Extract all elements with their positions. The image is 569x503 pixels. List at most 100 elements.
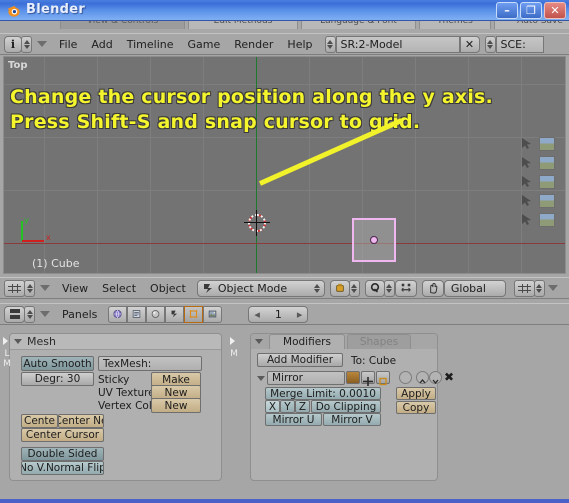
widget-translate-icon[interactable] — [394, 279, 417, 297]
mesh-panel: Mesh Auto Smooth Degr: 30 TexMesh: Stick… — [9, 333, 222, 481]
menu-help[interactable]: Help — [280, 35, 319, 54]
menu-view[interactable]: View — [55, 279, 95, 298]
view3d-window-type-spinner-right[interactable] — [533, 279, 545, 297]
scene-selector-spinner[interactable] — [484, 35, 496, 53]
image-icon[interactable] — [539, 194, 555, 208]
merge-limit-field[interactable]: Merge Limit: 0.0010 — [265, 387, 381, 400]
screen-selector-field[interactable]: SR:2-Model — [335, 35, 460, 53]
image-icon[interactable] — [539, 213, 555, 227]
no-v-normal-flip-button[interactable]: No V.Normal Flip — [21, 461, 104, 475]
view3d-window-type-icon[interactable] — [4, 279, 25, 297]
shading-spinner[interactable] — [348, 279, 360, 297]
object-mode-selector[interactable]: Object Mode — [196, 279, 325, 297]
menu-file[interactable]: File — [52, 35, 84, 54]
texture-buttons-icon[interactable] — [203, 305, 223, 323]
mirror-axis-z-button[interactable]: Z — [295, 400, 310, 413]
solid-shading-icon[interactable] — [329, 279, 350, 297]
pivot-median-icon[interactable] — [364, 279, 385, 297]
mirror-axis-y-button[interactable]: Y — [280, 400, 295, 413]
mirror-u-button[interactable]: Mirror U — [265, 413, 322, 426]
texmesh-field[interactable]: TexMesh: — [98, 356, 202, 371]
menu-timeline[interactable]: Timeline — [120, 35, 181, 54]
pointer-icon[interactable] — [519, 194, 535, 208]
chevron-down-icon[interactable] — [40, 285, 50, 291]
transform-orientation-selector[interactable]: Global — [443, 279, 506, 297]
view3d-window-type-icon-right[interactable] — [513, 279, 535, 297]
chevron-down-icon[interactable] — [40, 311, 50, 317]
prefs-tab-auto-save[interactable]: Auto Save — [494, 21, 569, 29]
chevron-up-icon[interactable] — [416, 371, 429, 384]
center-new-button[interactable]: Center Ne — [58, 414, 104, 428]
mesh-panel-header[interactable]: Mesh — [10, 334, 221, 350]
object-buttons-icon[interactable] — [165, 305, 185, 323]
close-icon[interactable]: ✖ — [444, 371, 454, 383]
modifier-name-field[interactable]: Mirror — [267, 371, 345, 385]
chevron-down-icon[interactable] — [429, 371, 442, 385]
pointer-icon[interactable] — [519, 213, 535, 227]
screen-selector-spinner[interactable] — [324, 35, 336, 53]
prefs-tab-edit-methods[interactable]: Edit Methods — [188, 21, 298, 29]
image-icon[interactable] — [539, 137, 555, 151]
image-icon[interactable] — [539, 156, 555, 170]
buttons-window-type-spinner[interactable] — [24, 305, 35, 323]
render-toggle-icon[interactable] — [346, 371, 360, 384]
do-clipping-button[interactable]: Do Clipping — [311, 400, 381, 413]
menu-object[interactable]: Object — [143, 279, 193, 298]
panel-expand-arrow-left[interactable] — [3, 337, 8, 345]
tab-shapes[interactable]: Shapes — [347, 334, 411, 349]
view3d-window-type-spinner[interactable] — [24, 279, 35, 297]
apply-modifier-button[interactable]: Apply — [396, 387, 436, 400]
menu-add[interactable]: Add — [84, 35, 119, 54]
shading-buttons-icon[interactable] — [127, 305, 147, 323]
triangle-down-icon[interactable] — [14, 339, 22, 344]
maximize-button[interactable]: ❐ — [520, 2, 542, 19]
scene-selector-field[interactable]: SCE: — [495, 35, 544, 53]
center-button[interactable]: Cente — [21, 414, 58, 428]
tab-modifiers[interactable]: Modifiers — [269, 334, 345, 349]
page-next-icon[interactable]: ▸ — [297, 308, 303, 321]
hand-icon[interactable] — [421, 279, 444, 297]
screen-delete-button[interactable]: ✕ — [459, 35, 480, 53]
pivot-spinner[interactable] — [383, 279, 395, 297]
3d-viewport[interactable]: Top Change the cursor position along the… — [3, 56, 566, 274]
editing-buttons-icon[interactable] — [184, 305, 204, 323]
selected-object-cube[interactable] — [352, 218, 396, 262]
chevron-down-icon-right[interactable] — [547, 285, 558, 291]
cage-toggle-icon[interactable] — [399, 371, 412, 384]
panel-expand-arrow-right[interactable] — [230, 337, 235, 345]
menu-panels[interactable]: Panels — [55, 305, 104, 324]
material-buttons-icon[interactable] — [146, 305, 166, 323]
window-type-spinner[interactable] — [21, 35, 32, 53]
prefs-tab-themes[interactable]: Themes — [419, 21, 491, 29]
editmode-toggle-icon[interactable] — [376, 371, 390, 386]
auto-smooth-degrees-slider[interactable]: Degr: 30 — [21, 372, 94, 386]
add-modifier-button[interactable]: Add Modifier — [257, 353, 343, 367]
prefs-tab-view-controls[interactable]: View & Controls — [60, 21, 185, 29]
page-prev-icon[interactable]: ◂ — [254, 308, 260, 321]
triangle-down-icon[interactable] — [257, 376, 265, 381]
prefs-tab-language-font[interactable]: Language & Font — [301, 21, 416, 29]
pointer-icon[interactable] — [519, 175, 535, 189]
mirror-v-button[interactable]: Mirror V — [323, 413, 381, 426]
world-buttons-icon[interactable] — [108, 305, 128, 323]
menu-render[interactable]: Render — [227, 35, 280, 54]
chevron-down-icon[interactable] — [37, 41, 47, 47]
panel-page-stepper[interactable]: ◂ 1 ▸ — [248, 305, 309, 323]
close-button[interactable]: ✕ — [544, 2, 566, 19]
double-sided-button[interactable]: Double Sided — [21, 447, 104, 461]
info-window-type-icon[interactable]: i — [4, 35, 22, 53]
menu-game[interactable]: Game — [181, 35, 228, 54]
realtime-toggle-icon[interactable] — [361, 371, 375, 386]
menu-select[interactable]: Select — [95, 279, 143, 298]
buttons-window-type-icon[interactable] — [4, 305, 25, 323]
minimize-button[interactable]: – — [496, 2, 518, 19]
auto-smooth-button[interactable]: Auto Smooth — [21, 356, 94, 371]
pointer-icon[interactable] — [519, 137, 535, 151]
triangle-down-icon[interactable] — [255, 339, 263, 344]
mirror-axis-x-button[interactable]: X — [265, 400, 280, 413]
vertex-color-new-button[interactable]: New — [151, 398, 201, 413]
copy-modifier-button[interactable]: Copy — [396, 401, 436, 414]
image-icon[interactable] — [539, 175, 555, 189]
center-cursor-button[interactable]: Center Cursor — [21, 428, 104, 442]
pointer-icon[interactable] — [519, 156, 535, 170]
